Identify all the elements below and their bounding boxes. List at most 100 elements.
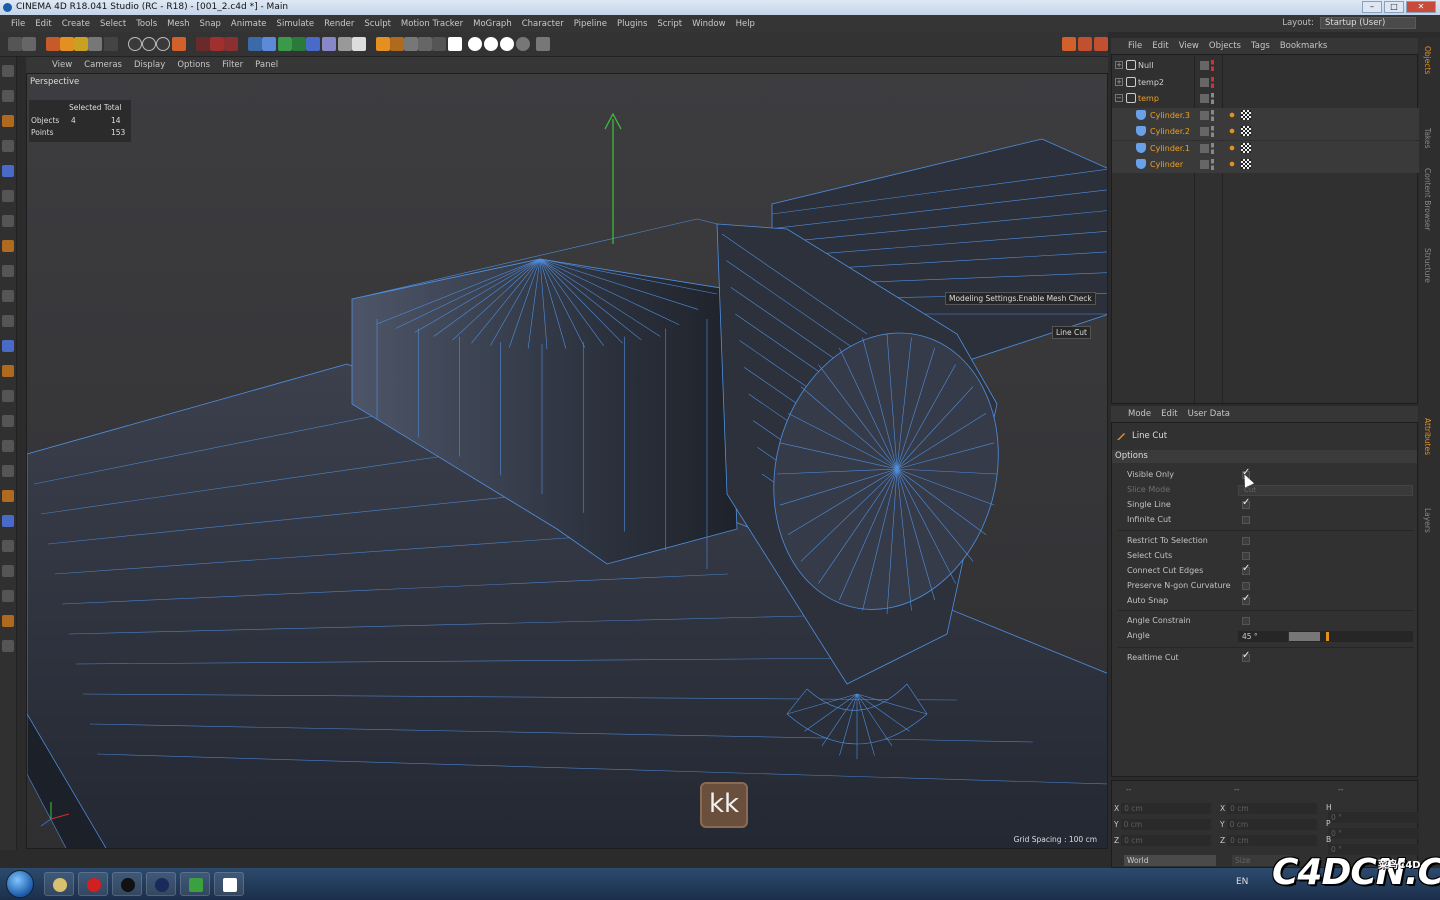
- editable-toggle-icon[interactable]: [1200, 143, 1209, 153]
- smooth-icon[interactable]: [2, 590, 14, 602]
- checkbox-realtime-cut[interactable]: [1242, 650, 1250, 662]
- opera-icon[interactable]: [78, 872, 108, 896]
- visibility-dots[interactable]: [1211, 159, 1214, 170]
- viewport-menu-filter[interactable]: Filter: [216, 60, 249, 70]
- menu-mograph[interactable]: MoGraph: [468, 19, 517, 29]
- menu-window[interactable]: Window: [687, 19, 731, 29]
- edges-mode-icon[interactable]: [432, 37, 446, 51]
- object-menu-edit[interactable]: Edit: [1147, 41, 1173, 51]
- stitch-icon[interactable]: [2, 540, 14, 552]
- menu-pipeline[interactable]: Pipeline: [569, 19, 612, 29]
- editable-toggle-icon[interactable]: [1200, 61, 1209, 70]
- menu-animate[interactable]: Animate: [226, 19, 272, 29]
- angle-input[interactable]: 45 °: [1238, 631, 1288, 642]
- solo-icon[interactable]: [468, 37, 482, 51]
- object-name[interactable]: Cylinder: [1150, 160, 1183, 169]
- object-name[interactable]: Cylinder.2: [1150, 127, 1190, 136]
- menu-snap[interactable]: Snap: [195, 19, 226, 29]
- checkbox-connect-cut-edges[interactable]: [1242, 563, 1250, 575]
- side-tab-content-browser[interactable]: Content Browser: [1423, 168, 1432, 231]
- expand-toggle[interactable]: +: [1115, 61, 1123, 69]
- z-axis-icon[interactable]: [156, 37, 170, 51]
- options-group-header[interactable]: Options: [1112, 450, 1417, 463]
- unity-icon[interactable]: [112, 872, 142, 896]
- side-tab-objects[interactable]: Objects: [1423, 46, 1432, 74]
- bevel-icon[interactable]: [2, 315, 14, 327]
- bridge-icon[interactable]: [2, 340, 14, 352]
- redo-icon[interactable]: [22, 37, 36, 51]
- menu-render[interactable]: Render: [319, 19, 359, 29]
- phong-tag-icon[interactable]: [1228, 160, 1236, 168]
- object-row-cylinder-3[interactable]: Cylinder.3: [1112, 107, 1419, 124]
- model-mode-icon[interactable]: [376, 37, 390, 51]
- workplane-icon[interactable]: [404, 37, 418, 51]
- checkbox-angle-constrain[interactable]: [1242, 617, 1250, 625]
- checkbox-single-line[interactable]: [1242, 497, 1250, 509]
- slide-icon[interactable]: [2, 515, 14, 527]
- viewport-scene[interactable]: [27, 74, 1108, 849]
- object-name[interactable]: temp2: [1138, 78, 1164, 87]
- live-select-icon[interactable]: [2, 465, 14, 477]
- polygons-mode-icon[interactable]: [448, 37, 462, 51]
- x-axis-icon[interactable]: [128, 37, 142, 51]
- selection-icon[interactable]: [46, 37, 60, 51]
- spin-edge-icon[interactable]: [2, 615, 14, 627]
- size-x-field[interactable]: X0 cm: [1220, 803, 1318, 814]
- object-row-temp[interactable]: − temp: [1112, 91, 1419, 107]
- maximize-button[interactable]: □: [1384, 1, 1404, 13]
- cinema4d-icon[interactable]: [146, 872, 176, 896]
- y-axis-icon[interactable]: [142, 37, 156, 51]
- deformer-icon[interactable]: [306, 37, 320, 51]
- ring-select-icon[interactable]: [2, 415, 14, 427]
- menu-script[interactable]: Script: [652, 19, 687, 29]
- brush-icon[interactable]: [2, 190, 14, 202]
- viewport-menu-panel[interactable]: Panel: [249, 60, 284, 70]
- visibility-dots[interactable]: [1211, 109, 1214, 121]
- coordinate-value[interactable]: 0 cm: [1227, 803, 1318, 814]
- object-name[interactable]: Cylinder.1: [1150, 144, 1190, 153]
- side-tab-takes[interactable]: Takes: [1423, 128, 1432, 149]
- menu-file[interactable]: File: [6, 19, 30, 29]
- checkbox-preserve-n-gon-curvature[interactable]: [1242, 582, 1250, 590]
- checkbox-infinite-cut[interactable]: [1242, 516, 1250, 524]
- object-menu-tags[interactable]: Tags: [1246, 41, 1275, 51]
- object-name[interactable]: temp: [1138, 94, 1159, 103]
- menu-simulate[interactable]: Simulate: [272, 19, 320, 29]
- position-x-field[interactable]: X0 cm: [1114, 803, 1212, 814]
- tweak-icon[interactable]: [516, 37, 530, 51]
- editable-toggle-icon[interactable]: [1200, 110, 1209, 120]
- recent-tools-icon[interactable]: [104, 37, 118, 51]
- workplane-icon-2[interactable]: [1062, 37, 1076, 51]
- menu-mesh[interactable]: Mesh: [162, 19, 194, 29]
- visibility-dots[interactable]: [1211, 126, 1214, 137]
- explorer-icon[interactable]: [44, 872, 74, 896]
- object-tool-icon[interactable]: [2, 115, 14, 127]
- menu-motion-tracker[interactable]: Motion Tracker: [396, 19, 468, 29]
- menu-select[interactable]: Select: [95, 19, 131, 29]
- weld-icon[interactable]: [2, 365, 14, 377]
- camera-label[interactable]: Perspective: [30, 77, 79, 87]
- viewport-menu-options[interactable]: Options: [171, 60, 216, 70]
- menu-create[interactable]: Create: [57, 19, 95, 29]
- array-icon[interactable]: [292, 37, 306, 51]
- expand-toggle[interactable]: −: [1115, 94, 1123, 102]
- app-green-icon[interactable]: [180, 872, 210, 896]
- rotate-icon[interactable]: [88, 37, 102, 51]
- visibility-dots[interactable]: [1211, 93, 1214, 104]
- coordinate-value[interactable]: 0 cm: [1227, 835, 1318, 846]
- knife-icon[interactable]: [2, 215, 14, 227]
- object-row-cylinder[interactable]: Cylinder: [1112, 157, 1419, 173]
- cube-icon[interactable]: [248, 37, 262, 51]
- editable-toggle-icon[interactable]: [1200, 94, 1209, 103]
- render-settings-icon[interactable]: [224, 37, 238, 51]
- undo-icon[interactable]: [8, 37, 22, 51]
- uvw-tag-icon[interactable]: [1241, 109, 1251, 120]
- coordinate-mode-dropdown[interactable]: World: [1124, 855, 1216, 866]
- attribute-menu-user-data[interactable]: User Data: [1183, 409, 1235, 419]
- visibility-dots[interactable]: [1211, 142, 1214, 154]
- viewport-perspective[interactable]: Perspective Selected Total Objects 4 14 …: [26, 73, 1108, 849]
- render-view-icon[interactable]: [196, 37, 210, 51]
- object-menu-objects[interactable]: Objects: [1204, 41, 1246, 51]
- viewport-menu-cameras[interactable]: Cameras: [78, 60, 128, 70]
- checkbox-select-cuts[interactable]: [1242, 552, 1250, 560]
